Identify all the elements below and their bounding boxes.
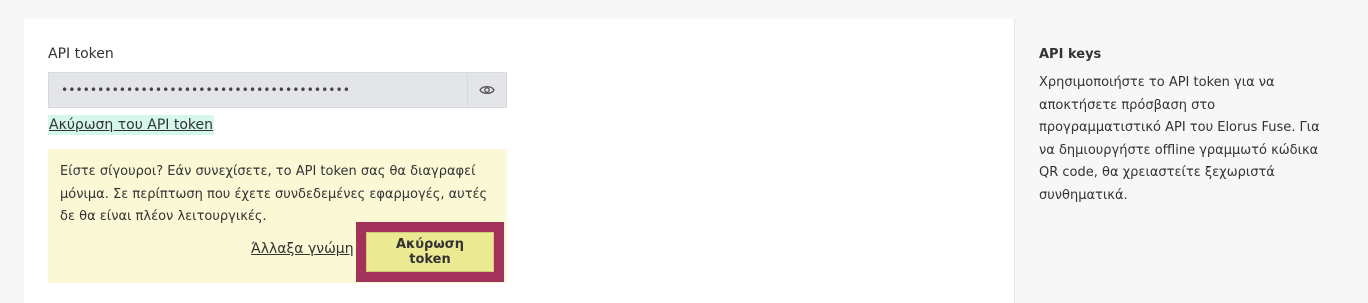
help-sidebar: API keys Χρησιμοποιήστε το API token για… [1014,19,1368,303]
confirm-revoke-button[interactable]: Ακύρωση token [366,232,494,272]
sidebar-title: API keys [1039,47,1102,62]
api-token-card: API token Ακύρωση του API token Είστε σί… [24,19,1014,303]
token-field [48,72,507,108]
confirm-button-highlight: Ακύρωση token [356,222,504,282]
token-input[interactable] [49,73,467,107]
sidebar-description: Χρησιμοποιήστε το API token για να αποκτ… [1039,75,1320,203]
confirm-revoke-box: Είστε σίγουροι? Εάν συνεχίσετε, το API t… [48,149,507,283]
confirm-message: Είστε σίγουροι? Εάν συνεχίσετε, το API t… [60,164,488,224]
token-label: API token [48,46,114,62]
revoke-token-link[interactable]: Ακύρωση του API token [48,115,215,135]
reveal-token-button[interactable] [467,73,506,107]
eye-icon [479,85,495,95]
cancel-revoke-link[interactable]: Άλλαξα γνώμη [251,241,354,257]
